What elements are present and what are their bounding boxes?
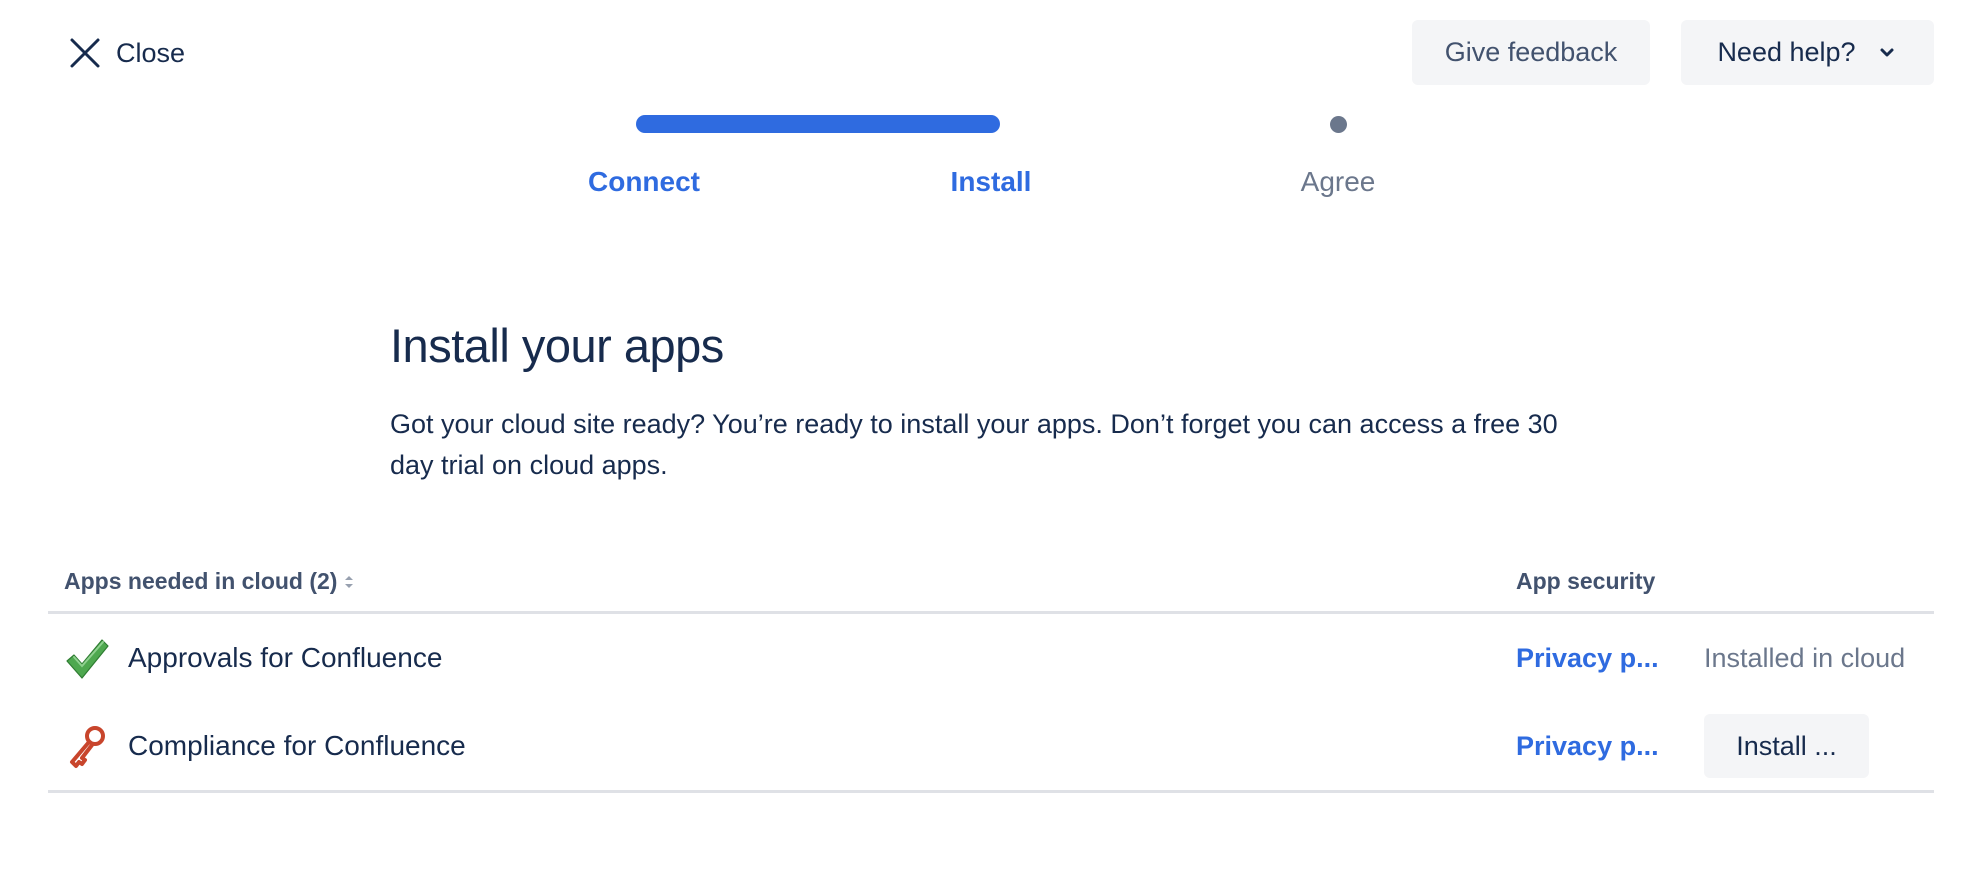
install-button[interactable]: Install ... xyxy=(1704,714,1869,778)
table-row: Approvals for Confluence Privacy p... In… xyxy=(48,614,1934,702)
column-header-app-security: App security xyxy=(1516,568,1655,595)
table-body: Approvals for Confluence Privacy p... In… xyxy=(48,614,1934,793)
column-header-apps[interactable]: Apps needed in cloud (2) xyxy=(64,568,355,595)
need-help-label: Need help? xyxy=(1717,37,1856,67)
progress-step-install: Install xyxy=(950,166,1032,197)
close-icon xyxy=(70,38,100,68)
give-feedback-button[interactable]: Give feedback xyxy=(1412,20,1650,85)
chevron-down-icon xyxy=(1880,48,1894,56)
give-feedback-label: Give feedback xyxy=(1444,37,1618,67)
close-label: Close xyxy=(116,37,186,68)
progress-step-agree: Agree xyxy=(1300,166,1376,197)
column-header-app-security-label: App security xyxy=(1516,568,1656,594)
check-icon xyxy=(66,639,109,679)
need-help-button[interactable]: Need help? xyxy=(1681,20,1934,85)
progress-step-connect: Connect xyxy=(588,166,700,197)
migration-page: Close Give feedback Need help? Connect I… xyxy=(0,0,1979,894)
install-status: Installed in cloud xyxy=(1704,643,1906,673)
privacy-policy-link[interactable]: Privacy p... xyxy=(1516,728,1659,764)
column-header-apps-label: Apps needed in cloud (2) xyxy=(64,568,338,594)
close-button[interactable]: Close xyxy=(68,30,185,76)
progress-bar-completed xyxy=(636,115,1000,133)
privacy-policy-link[interactable]: Privacy p... xyxy=(1516,640,1659,676)
key-icon xyxy=(70,726,105,768)
app-name: Compliance for Confluence xyxy=(128,730,466,761)
table-row: Compliance for Confluence Privacy p... I… xyxy=(48,702,1934,790)
table-header: Apps needed in cloud (2) App security xyxy=(48,560,1934,614)
app-name: Approvals for Confluence xyxy=(128,642,443,673)
apps-table: Apps needed in cloud (2) App security Ap… xyxy=(48,560,1934,793)
page-title: Install your apps xyxy=(390,319,724,372)
progress-step-pending-dot xyxy=(1330,116,1347,133)
sort-icon xyxy=(345,575,354,588)
page-description: Got your cloud site ready? You’re ready … xyxy=(390,409,1558,480)
